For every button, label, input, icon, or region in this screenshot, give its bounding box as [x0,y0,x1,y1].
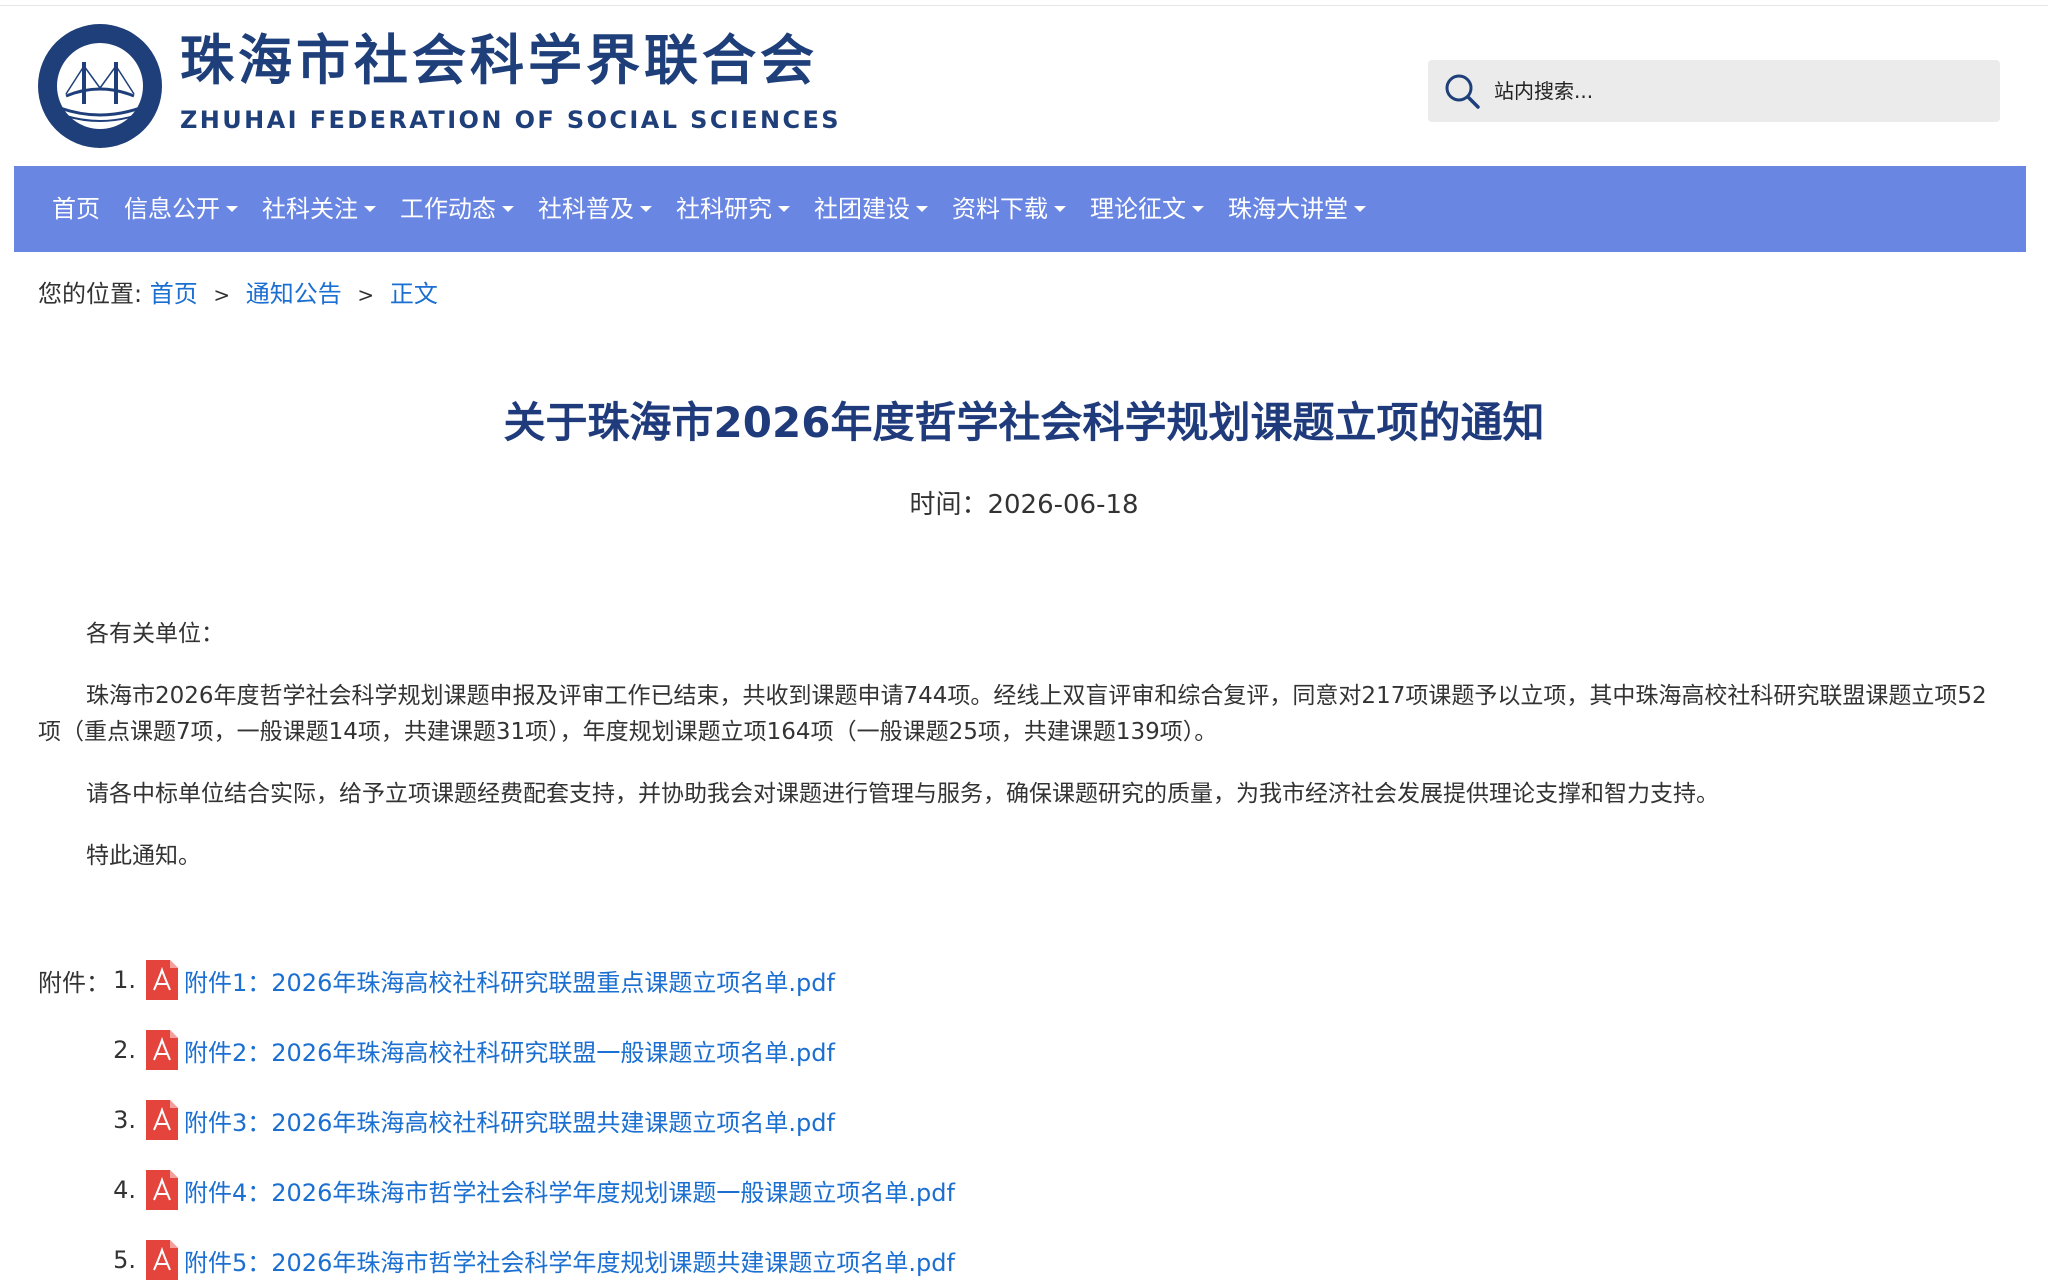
attachment-item: 2. 附件2：2026年珠海高校社科研究联盟一般课题立项名单.pdf [110,1028,835,1072]
article-paragraph: 请各中标单位结合实际，给予立项课题经费配套支持，并协助我会对课题进行管理与服务，… [86,781,1719,807]
search-input[interactable] [1494,70,1984,112]
nav-item-label: 社科关注 [262,195,358,223]
nav-item-label: 工作动态 [400,195,496,223]
caret-down-icon [778,206,790,212]
article-date: 时间：2026-06-18 [909,490,1139,520]
attachment-item: 3. 附件3：2026年珠海高校社科研究联盟共建课题立项名单.pdf [110,1098,835,1142]
breadcrumb-current-link[interactable]: 正文 [390,280,438,308]
caret-down-icon [1054,206,1066,212]
breadcrumb-separator: > [213,283,231,307]
nav-item-research[interactable]: 社科研究 [676,197,790,221]
main-nav: 首页 信息公开 社科关注 工作动态 社科普及 社科研究 社团建设 资料下载 理论… [14,166,2026,252]
attachment-link[interactable]: 附件3：2026年珠海高校社科研究联盟共建课题立项名单.pdf [184,1103,835,1138]
breadcrumb-notices-link[interactable]: 通知公告 [246,280,342,308]
attachment-link[interactable]: 附件1：2026年珠海高校社科研究联盟重点课题立项名单.pdf [184,963,835,998]
article-greeting: 各有关单位： [86,621,224,647]
article-paragraph: 珠海市2026年度哲学社会科学规划课题申报及评审工作已结束，共收到课题申请744… [38,683,1987,745]
nav-item-label: 社科研究 [676,195,772,223]
attachment-item: 5. 附件5：2026年珠海市哲学社会科学年度规划课题共建课题立项名单.pdf [110,1238,955,1282]
logo-seal-icon[interactable] [36,22,164,150]
nav-item-label: 理论征文 [1090,195,1186,223]
pdf-file-icon[interactable] [146,1030,178,1070]
breadcrumb-home-link[interactable]: 首页 [150,280,198,308]
nav-item-label: 珠海大讲堂 [1228,195,1348,223]
nav-item-label: 首页 [52,195,100,223]
caret-down-icon [502,206,514,212]
attachment-item: 4. 附件4：2026年珠海市哲学社会科学年度规划课题一般课题立项名单.pdf [110,1168,955,1212]
caret-down-icon [1192,206,1204,212]
attachment-number: 5. [113,1246,136,1274]
site-title[interactable]: 珠海市社会科学界联合会 [180,34,818,88]
pdf-file-icon[interactable] [146,1170,178,1210]
caret-down-icon [640,206,652,212]
search-box[interactable] [1428,60,2000,122]
breadcrumb-separator: > [357,283,375,307]
nav-item-societies[interactable]: 社团建设 [814,197,928,221]
nav-item-label: 社团建设 [814,195,910,223]
nav-item-label: 社科普及 [538,195,634,223]
caret-down-icon [916,206,928,212]
pdf-file-icon[interactable] [146,1240,178,1280]
attachment-number: 3. [113,1106,136,1134]
search-icon[interactable] [1442,71,1482,111]
attachment-item: 1. 附件1：2026年珠海高校社科研究联盟重点课题立项名单.pdf [110,958,835,1002]
article-title: 关于珠海市2026年度哲学社会科学规划课题立项的通知 [503,398,1545,447]
attachment-link[interactable]: 附件4：2026年珠海市哲学社会科学年度规划课题一般课题立项名单.pdf [184,1173,955,1208]
breadcrumb: 您的位置: 首页 > 通知公告 > 正文 [38,280,438,309]
caret-down-icon [226,206,238,212]
attachment-link[interactable]: 附件5：2026年珠海市哲学社会科学年度规划课题共建课题立项名单.pdf [184,1243,955,1278]
pdf-file-icon[interactable] [146,960,178,1000]
nav-item-popular[interactable]: 社科普及 [538,197,652,221]
article-body: 各有关单位： 珠海市2026年度哲学社会科学规划课题申报及评审工作已结束，共收到… [38,616,1998,900]
nav-item-info[interactable]: 信息公开 [124,197,238,221]
nav-item-essays[interactable]: 理论征文 [1090,197,1204,221]
article-closing: 特此通知。 [86,843,201,869]
attachment-number: 2. [113,1036,136,1064]
nav-item-label: 信息公开 [124,195,220,223]
nav-item-focus[interactable]: 社科关注 [262,197,376,221]
nav-item-work[interactable]: 工作动态 [400,197,514,221]
site-subtitle: ZHUHAI FEDERATION OF SOCIAL SCIENCES [180,106,841,134]
breadcrumb-prefix: 您的位置: [38,280,143,308]
attachment-number: 1. [113,966,136,994]
caret-down-icon [1354,206,1366,212]
attachment-link[interactable]: 附件2：2026年珠海高校社科研究联盟一般课题立项名单.pdf [184,1033,835,1068]
site-header: 珠海市社会科学界联合会 ZHUHAI FEDERATION OF SOCIAL … [0,6,2048,166]
pdf-file-icon[interactable] [146,1100,178,1140]
nav-item-label: 资料下载 [952,195,1048,223]
nav-item-home[interactable]: 首页 [52,197,100,221]
attachment-number: 4. [113,1176,136,1204]
nav-item-downloads[interactable]: 资料下载 [952,197,1066,221]
attachments-label: 附件： [38,968,110,997]
nav-item-lectures[interactable]: 珠海大讲堂 [1228,197,1366,221]
caret-down-icon [364,206,376,212]
